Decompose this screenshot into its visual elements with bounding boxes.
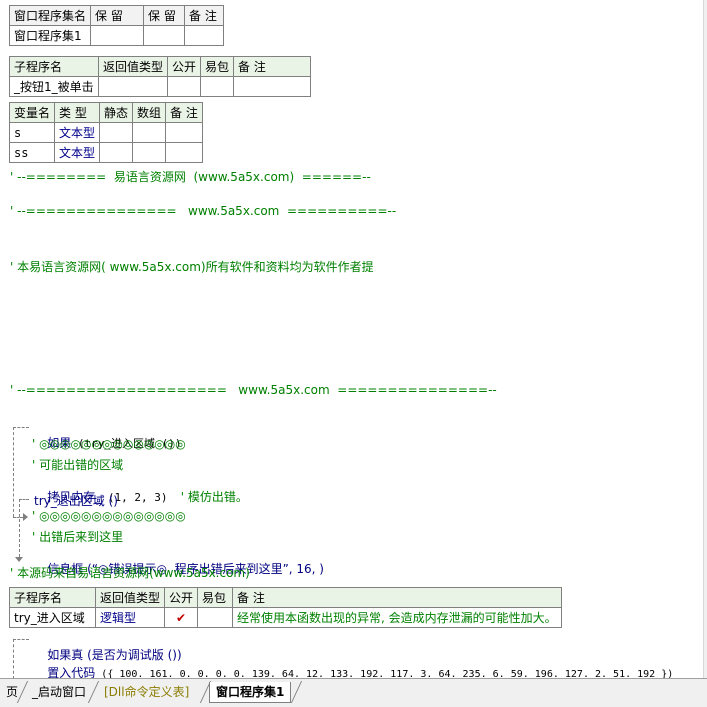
sub-remark-cell[interactable] [233,76,312,97]
var-header-name: 变量名 [8,102,56,123]
var-type-cell[interactable]: 文本型 [54,122,101,143]
assembly-reserved2-cell[interactable] [143,25,186,46]
call-args: ({ 100. 161. 0. 0. 0. 0. 139. 64. 12. 13… [95,669,674,678]
var-name-cell[interactable]: ss [8,142,56,163]
variable-table: 变量名 类 型 静态 数组 备 注 s 文本型 ss 文本型 [8,102,203,163]
sub-header-remark: 备 注 [232,587,562,608]
comment-line[interactable]: ' ◎◎◎◎◎◎◎◎◎◎◎◎◎◎ [32,437,186,451]
flow-line [19,499,29,500]
sub-header-return-type: 返回值类型 [97,56,169,77]
code-line[interactable]: 置入代码 ({ 100. 161. 0. 0. 0. 0. 139. 64. 1… [32,650,673,678]
flow-line [13,427,29,428]
comment-line[interactable]: ' --==================== www.5a5x.com ==… [10,383,497,397]
sub-epackage-cell[interactable] [200,76,235,97]
comment-line[interactable]: ' 本易语言资源网( www.5a5x.com)所有软件和资料均为软件作者提 [10,258,374,275]
flow-line [13,639,29,640]
var-name-cell[interactable]: s [8,122,56,143]
comment-line[interactable]: ' 出错后来到这里 [32,528,123,545]
var-header-type: 类 型 [54,102,101,123]
sub-header-name: 子程序名 [9,56,99,77]
assembly-table: 窗口程序集名 保 留 保 留 备 注 窗口程序集1 [8,5,225,46]
sub-return-type-cell[interactable] [97,76,169,97]
else-line[interactable]: try_退出区域 () [34,492,118,509]
var-remark-cell[interactable] [165,142,203,163]
tab-startup-window[interactable]: _启动窗口 [26,682,92,702]
flow-arrow-icon [23,513,28,521]
sub-header-epackage: 易包 [200,56,235,77]
comment-line[interactable]: ' --=============== www.5a5x.com =======… [10,204,396,218]
flow-line [13,427,14,517]
assembly-header-name: 窗口程序集名 [8,5,92,26]
sub-header-return-type: 返回值类型 [94,587,166,608]
comment-line[interactable]: ' 可能出错的区域 [32,456,123,473]
assembly-header-reserved2: 保 留 [143,5,186,26]
sub-public-cell[interactable] [167,76,202,97]
var-header-remark: 备 注 [165,102,203,123]
call-name: 置入代码 [47,666,96,678]
sub-header-name: 子程序名 [9,587,96,608]
subroutine-table: 子程序名 返回值类型 公开 易包 备 注 try_进入区域 逻辑型 ✔ 经常使用… [9,587,562,628]
assembly-header-reserved1: 保 留 [90,5,145,26]
var-remark-cell[interactable] [165,122,203,143]
sub-header-epackage: 易包 [197,587,234,608]
tab-separator [290,681,303,703]
assembly-header-remark: 备 注 [184,5,225,26]
tab-bar: 页 _启动窗口 [Dll命令定义表] 窗口程序集1 [0,678,707,707]
var-header-static: 静态 [99,102,134,123]
flow-arrow-icon [15,557,23,562]
comment-line[interactable]: ' 本源码来自易语言资源网(www.5a5x.com) [10,564,250,581]
sub-header-public: 公开 [167,56,202,77]
var-type-cell[interactable]: 文本型 [54,142,101,163]
checkmark-icon: ✔ [175,610,187,625]
sub-header-public: 公开 [164,587,199,608]
var-static-cell[interactable] [99,122,134,143]
code-editor[interactable]: 窗口程序集名 保 留 保 留 备 注 窗口程序集1 子程序名 返回值类型 公开 … [0,0,707,678]
comment-line[interactable]: ' --======== 易语言资源网 (www.5a5x.com) =====… [10,168,371,185]
comment-line[interactable]: ' ◎◎◎◎◎◎◎◎◎◎◎◎◎◎ [32,509,186,523]
tab-window-assembly[interactable]: 窗口程序集1 [209,682,292,703]
var-array-cell[interactable] [132,142,167,163]
tab-dll-commands[interactable]: [Dll命令定义表] [98,682,195,702]
var-static-cell[interactable] [99,142,134,163]
sub-name-cell[interactable]: _按钮1_被单击 [9,76,99,97]
assembly-remark-cell[interactable] [184,25,225,46]
inline-comment: ' 模仿出错。 [180,490,248,504]
sub-header-remark: 备 注 [233,56,312,77]
flow-line [19,499,20,557]
assembly-reserved1-cell[interactable] [90,25,145,46]
var-array-cell[interactable] [132,122,167,143]
sub-remark-cell[interactable]: 经常使用本函数出现的异常, 会造成内存泄漏的可能性加大。 [232,607,562,628]
flow-line [13,639,14,678]
tab-page[interactable]: 页 [0,682,24,702]
sub-return-type-cell[interactable]: 逻辑型 [94,607,166,628]
sub-epackage-cell[interactable] [197,607,234,628]
assembly-name-cell[interactable]: 窗口程序集1 [8,25,92,46]
sub-name-cell[interactable]: try_进入区域 [9,607,96,628]
sub-public-cell[interactable]: ✔ [164,607,199,628]
subroutine-table: 子程序名 返回值类型 公开 易包 备 注 _按钮1_被单击 [9,56,312,97]
var-header-array: 数组 [132,102,167,123]
vertical-scrollbar[interactable] [703,0,707,678]
flow-line [13,517,23,518]
